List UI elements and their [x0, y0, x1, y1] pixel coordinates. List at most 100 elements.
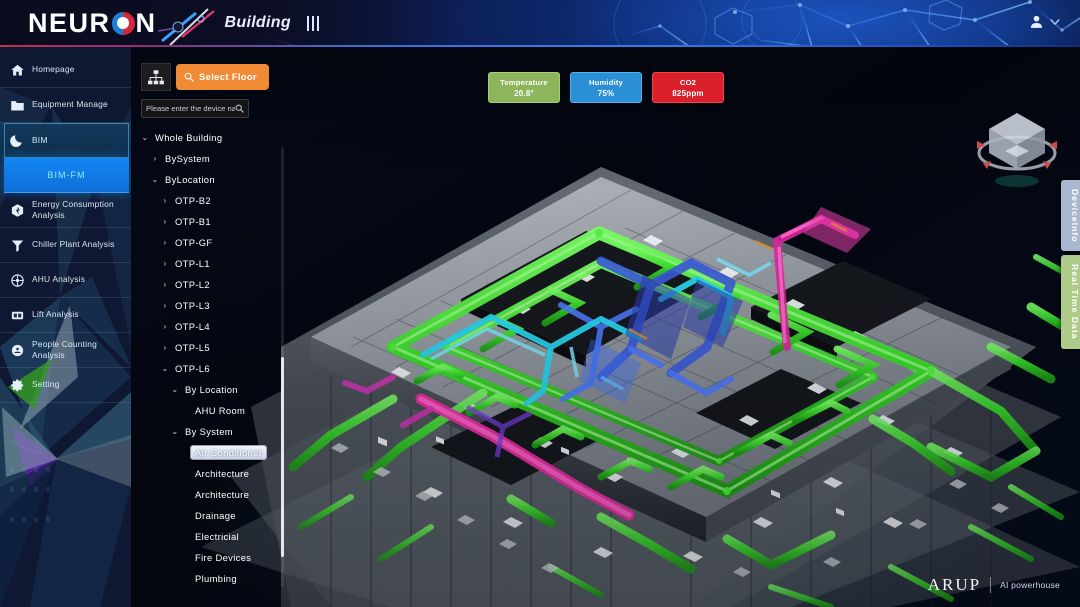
logo-subtitle: Building — [224, 14, 291, 31]
arup-branding: ARUP AI powerhouse — [928, 575, 1060, 595]
tree-node[interactable]: Architecture — [137, 484, 287, 505]
sidebar-item-label: People Counting Analysis — [32, 338, 97, 360]
tree-node-label: ByLocation — [165, 174, 215, 185]
tree-node[interactable]: Plumbing — [137, 568, 287, 589]
chevron-down-icon[interactable]: ⌄ — [149, 175, 161, 184]
tree-node[interactable]: › OTP-L5 — [137, 337, 287, 358]
sidebar-item-label: Lift Analysis — [32, 309, 79, 320]
tree-node[interactable]: Architecture — [137, 463, 287, 484]
status-badge-temperature[interactable]: Temperature 20.8° — [488, 72, 560, 103]
tree-node[interactable]: ⌄ By Location — [137, 379, 287, 400]
brand-logo[interactable]: NEUR N Building — [28, 5, 320, 46]
gear-icon — [11, 379, 24, 391]
chevron-down-icon[interactable]: ⌄ — [139, 133, 151, 142]
chevron-right-icon[interactable]: › — [159, 322, 171, 331]
tree-node-label: Architecture — [195, 468, 250, 479]
tree-node[interactable]: AHU Room — [137, 400, 287, 421]
tree-node[interactable]: › BySystem — [137, 148, 287, 169]
badge-value: 20.8° — [514, 88, 534, 98]
tree-node[interactable]: › OTP-L4 — [137, 316, 287, 337]
tree-node-label: Whole Building — [155, 132, 223, 143]
tree-node-label: AHU Room — [195, 405, 246, 416]
home-icon — [11, 64, 24, 75]
tree-node[interactable]: › OTP-B1 — [137, 211, 287, 232]
user-menu[interactable] — [1028, 13, 1060, 30]
sidebar-item-label: Setting — [32, 379, 60, 390]
sidebar-item-label: AHU Analysis — [32, 274, 86, 285]
tab-device-info[interactable]: DeviceInfo — [1061, 180, 1080, 252]
sensor-badge-group: Temperature 20.8° Humidity 75% CO2 825pp… — [488, 72, 724, 103]
tree-node[interactable]: ⌄ Whole Building — [137, 127, 287, 148]
tree-node-selected[interactable]: Air Conditioner — [137, 442, 287, 463]
tree-scrollbar[interactable] — [281, 147, 284, 587]
hierarchy-tree-button[interactable] — [141, 63, 171, 91]
chevron-right-icon[interactable]: › — [159, 343, 171, 352]
tree-node-label: OTP-L1 — [175, 258, 210, 269]
tree-node[interactable]: Fire Devices — [137, 547, 287, 568]
hierarchy-tree-icon — [148, 69, 164, 84]
tree-node-label: OTP-B2 — [175, 195, 211, 206]
chevron-right-icon[interactable]: › — [159, 259, 171, 268]
tree-node-label: OTP-B1 — [175, 216, 211, 227]
tree-node-label: By System — [185, 426, 233, 437]
sidebar-item-energy-consumption-analysis[interactable]: Energy Consumption Analysis — [0, 193, 131, 228]
chevron-down-icon[interactable]: ⌄ — [159, 364, 171, 373]
device-tree[interactable]: ⌄ Whole Building › BySystem ⌄ ByLocation › OTP-… — [137, 127, 287, 597]
search-input[interactable] — [146, 104, 235, 113]
ahu-fan-icon — [11, 273, 24, 287]
sidebar-item-list: Homepage Equipment Manage BIM BIM-FM Ene… — [0, 47, 131, 403]
sidebar-item-ahu-analysis[interactable]: AHU Analysis — [0, 263, 131, 298]
folder-icon — [11, 100, 24, 110]
sidebar-subitem-bim-fm[interactable]: BIM-FM — [4, 158, 129, 193]
tree-node[interactable]: › OTP-B2 — [137, 190, 287, 211]
sidebar-item-label: Energy Consumption Analysis — [32, 198, 114, 220]
menu-bars-icon[interactable] — [306, 15, 320, 31]
logo-text-n: N — [135, 7, 157, 38]
chevron-down-icon[interactable]: ⌄ — [169, 385, 181, 394]
tree-node-label: Architecture — [195, 489, 250, 500]
sidebar-item-equipment-manage[interactable]: Equipment Manage — [0, 88, 131, 123]
select-floor-button[interactable]: Select Floor — [176, 64, 269, 90]
tree-node[interactable]: Electricial — [137, 526, 287, 547]
tree-node[interactable]: › OTP-L1 — [137, 253, 287, 274]
logo-text-neur: NEUR — [28, 7, 111, 38]
select-floor-label: Select Floor — [199, 71, 257, 83]
sidebar-item-homepage[interactable]: Homepage — [0, 53, 131, 88]
chevron-right-icon[interactable]: › — [149, 154, 161, 163]
tree-node[interactable]: › OTP-GF — [137, 232, 287, 253]
sidebar-item-chiller-plant-analysis[interactable]: Chiller Plant Analysis — [0, 228, 131, 263]
tree-node-label: Air Conditioner — [191, 446, 267, 459]
tree-node[interactable]: ⌄ OTP-L6 — [137, 358, 287, 379]
badge-value: 75% — [597, 88, 615, 98]
chevron-right-icon[interactable]: › — [159, 196, 171, 205]
application-root: NEUR N Building Homepage Equipment Manag… — [0, 0, 1080, 607]
sidebar-navigation: Homepage Equipment Manage BIM BIM-FM Ene… — [0, 47, 131, 607]
status-badge-co2[interactable]: CO2 825ppm — [652, 72, 724, 103]
tree-node[interactable]: ⌄ By System — [137, 421, 287, 442]
logo-swoosh-icon — [157, 8, 215, 46]
sidebar-item-bim[interactable]: BIM — [0, 123, 131, 158]
tree-node-label: BySystem — [165, 153, 210, 164]
tab-real-time-data[interactable]: Real Time Data — [1061, 255, 1080, 349]
tree-scrollbar-thumb[interactable] — [281, 357, 284, 557]
view-cube-navigation-widget[interactable] — [969, 105, 1065, 191]
tree-node[interactable]: ⌄ ByLocation — [137, 169, 287, 190]
badge-label: Humidity — [588, 77, 624, 87]
chevron-right-icon[interactable]: › — [159, 301, 171, 310]
tree-node[interactable]: › OTP-L2 — [137, 274, 287, 295]
badge-value: 825ppm — [672, 88, 704, 98]
device-search-field[interactable] — [141, 99, 249, 118]
tree-node-label: OTP-L3 — [175, 300, 210, 311]
tree-node[interactable]: › OTP-L3 — [137, 295, 287, 316]
sidebar-item-people-counting-analysis[interactable]: People Counting Analysis — [0, 333, 131, 368]
chevron-down-icon[interactable]: ⌄ — [169, 427, 181, 436]
right-panel-tabs: DeviceInfo Real Time Data — [1061, 180, 1080, 353]
tree-node[interactable]: Drainage — [137, 505, 287, 526]
tab-label: Real Time Data — [1070, 264, 1080, 340]
sidebar-item-lift-analysis[interactable]: Lift Analysis — [0, 298, 131, 333]
chevron-right-icon[interactable]: › — [159, 217, 171, 226]
chevron-right-icon[interactable]: › — [159, 238, 171, 247]
chevron-right-icon[interactable]: › — [159, 280, 171, 289]
status-badge-humidity[interactable]: Humidity 75% — [570, 72, 642, 103]
sidebar-item-setting[interactable]: Setting — [0, 368, 131, 403]
